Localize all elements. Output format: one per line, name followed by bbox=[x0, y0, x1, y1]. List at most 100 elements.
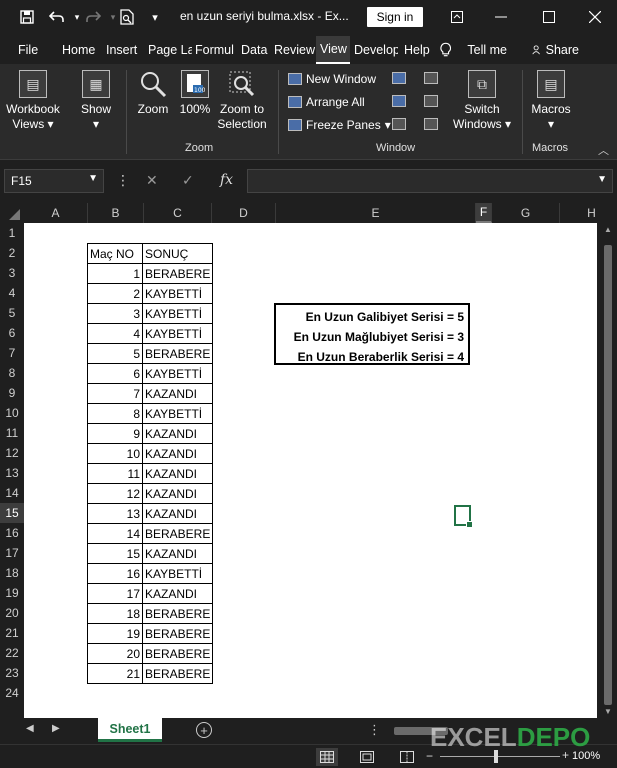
redo-icon[interactable] bbox=[82, 6, 104, 28]
workbook-views-button[interactable]: ▤ Workbook Views ▾ bbox=[4, 70, 62, 132]
match-number-cell[interactable]: 14 bbox=[87, 523, 143, 544]
customize-toolbar-icon[interactable]: ▾ bbox=[144, 6, 166, 28]
macros-button[interactable]: ▤ Macros ▾ bbox=[528, 70, 574, 132]
next-sheet-icon[interactable]: ▶ bbox=[52, 723, 60, 734]
row-header-15[interactable]: 15 bbox=[0, 503, 24, 523]
zoom-to-selection-button[interactable]: Zoom to Selection bbox=[214, 70, 270, 132]
sign-in-button[interactable]: Sign in bbox=[367, 7, 423, 27]
tab-insert[interactable]: Insert bbox=[102, 36, 144, 64]
arrange-all-button[interactable]: Arrange All bbox=[288, 95, 365, 109]
match-number-cell[interactable]: 16 bbox=[87, 563, 143, 584]
tab-home[interactable]: Home bbox=[44, 36, 102, 64]
row-header-16[interactable]: 16 bbox=[0, 523, 24, 543]
row-header-11[interactable]: 11 bbox=[0, 423, 24, 443]
tab-options-icon[interactable]: ⋮ bbox=[368, 722, 381, 738]
hide-button[interactable] bbox=[392, 95, 406, 107]
row-header-19[interactable]: 19 bbox=[0, 583, 24, 603]
row-header-1[interactable]: 1 bbox=[0, 223, 24, 243]
match-number-cell[interactable]: 4 bbox=[87, 323, 143, 344]
match-number-cell[interactable]: 6 bbox=[87, 363, 143, 384]
column-header-b[interactable]: B bbox=[88, 203, 144, 223]
column-header-a[interactable]: A bbox=[24, 203, 88, 223]
tab-data[interactable]: Data bbox=[238, 36, 270, 64]
match-result-cell[interactable]: BERABERE bbox=[141, 663, 214, 684]
match-result-cell[interactable]: BERABERE bbox=[141, 523, 214, 544]
match-number-cell[interactable]: 15 bbox=[87, 543, 143, 564]
row-header-14[interactable]: 14 bbox=[0, 483, 24, 503]
print-preview-icon[interactable] bbox=[116, 6, 138, 28]
match-number-cell[interactable]: 19 bbox=[87, 623, 143, 644]
row-header-22[interactable]: 22 bbox=[0, 643, 24, 663]
view-side-by-side-button[interactable] bbox=[424, 72, 438, 84]
tab-view[interactable]: View bbox=[316, 36, 350, 64]
close-icon[interactable] bbox=[584, 6, 606, 28]
tab-review[interactable]: Review bbox=[270, 36, 316, 64]
column-header-d[interactable]: D bbox=[212, 203, 276, 223]
match-number-cell[interactable]: 1 bbox=[87, 263, 143, 284]
row-header-18[interactable]: 18 bbox=[0, 563, 24, 583]
row-header-23[interactable]: 23 bbox=[0, 663, 24, 683]
ribbon-display-icon[interactable] bbox=[446, 6, 468, 28]
name-box[interactable]: F15 ▼ bbox=[4, 169, 104, 193]
sheet-cells[interactable]: Maç NO SONUÇ 1 BERABERE 2 KAYBETTİ 3 KAYBETTİ… bbox=[24, 223, 597, 718]
cancel-icon[interactable]: ✕ bbox=[146, 172, 158, 189]
column-header-g[interactable]: G bbox=[492, 203, 560, 223]
unhide-button[interactable] bbox=[392, 118, 406, 130]
active-cell-f15[interactable] bbox=[454, 505, 473, 528]
add-sheet-icon[interactable]: + bbox=[196, 722, 212, 738]
match-number-cell[interactable]: 3 bbox=[87, 303, 143, 324]
match-result-cell[interactable]: KAYBETTİ bbox=[141, 323, 214, 344]
new-window-button[interactable]: New Window bbox=[288, 72, 376, 86]
match-result-cell[interactable]: KAYBETTİ bbox=[141, 283, 214, 304]
match-result-cell[interactable]: BERABERE bbox=[141, 623, 214, 644]
match-result-cell[interactable]: BERABERE bbox=[141, 343, 214, 364]
prev-sheet-icon[interactable]: ◀ bbox=[26, 723, 34, 734]
row-header-7[interactable]: 7 bbox=[0, 343, 24, 363]
longest-win-streak[interactable]: En Uzun Galibiyet Serisi = 5 bbox=[280, 307, 464, 327]
row-header-21[interactable]: 21 bbox=[0, 623, 24, 643]
match-result-cell[interactable]: KAZANDI bbox=[141, 583, 214, 604]
row-header-6[interactable]: 6 bbox=[0, 323, 24, 343]
save-icon[interactable] bbox=[16, 6, 38, 28]
tab-formulas[interactable]: Formul bbox=[192, 36, 238, 64]
column-header-f[interactable]: F bbox=[476, 203, 492, 223]
row-header-20[interactable]: 20 bbox=[0, 603, 24, 623]
row-header-17[interactable]: 17 bbox=[0, 543, 24, 563]
page-break-preview-icon[interactable] bbox=[396, 748, 418, 766]
row-header-12[interactable]: 12 bbox=[0, 443, 24, 463]
insert-function-icon[interactable]: fx bbox=[220, 172, 233, 188]
tab-help[interactable]: Help bbox=[398, 36, 432, 64]
expand-formula-icon[interactable]: ▼ bbox=[597, 174, 607, 185]
zoom-100-button[interactable]: 100 100% bbox=[178, 70, 212, 117]
zoom-button[interactable]: Zoom bbox=[134, 70, 172, 117]
match-result-cell[interactable]: KAYBETTİ bbox=[141, 363, 214, 384]
maximize-icon[interactable] bbox=[538, 6, 560, 28]
vertical-scrollbar[interactable]: ▲ ▼ bbox=[601, 223, 615, 718]
row-header-2[interactable]: 2 bbox=[0, 243, 24, 263]
tab-developer[interactable]: Develop bbox=[350, 36, 398, 64]
header-mac-no[interactable]: Maç NO bbox=[87, 243, 143, 264]
match-number-cell[interactable]: 12 bbox=[87, 483, 143, 504]
longest-loss-streak[interactable]: En Uzun Mağlubiyet Serisi = 3 bbox=[280, 327, 464, 347]
enter-icon[interactable]: ✓ bbox=[182, 172, 194, 189]
match-result-cell[interactable]: KAZANDI bbox=[141, 503, 214, 524]
tab-page-layout[interactable]: Page La bbox=[144, 36, 192, 64]
normal-view-icon[interactable] bbox=[316, 748, 338, 766]
row-header-9[interactable]: 9 bbox=[0, 383, 24, 403]
collapse-ribbon-icon[interactable]: ︿ bbox=[598, 142, 609, 158]
undo-icon[interactable] bbox=[46, 6, 68, 28]
match-result-cell[interactable]: KAZANDI bbox=[141, 383, 214, 404]
match-result-cell[interactable]: KAYBETTİ bbox=[141, 303, 214, 324]
match-result-cell[interactable]: KAYBETTİ bbox=[141, 403, 214, 424]
vertical-scroll-thumb[interactable] bbox=[604, 245, 612, 705]
match-result-cell[interactable]: BERABERE bbox=[141, 263, 214, 284]
match-result-cell[interactable]: KAYBETTİ bbox=[141, 563, 214, 584]
column-header-h[interactable]: H bbox=[560, 203, 617, 223]
match-number-cell[interactable]: 21 bbox=[87, 663, 143, 684]
page-layout-view-icon[interactable] bbox=[356, 748, 378, 766]
match-number-cell[interactable]: 11 bbox=[87, 463, 143, 484]
match-number-cell[interactable]: 18 bbox=[87, 603, 143, 624]
scroll-up-icon[interactable]: ▲ bbox=[604, 225, 612, 234]
longest-draw-streak[interactable]: En Uzun Beraberlik Serisi = 4 bbox=[280, 347, 464, 367]
row-header-8[interactable]: 8 bbox=[0, 363, 24, 383]
